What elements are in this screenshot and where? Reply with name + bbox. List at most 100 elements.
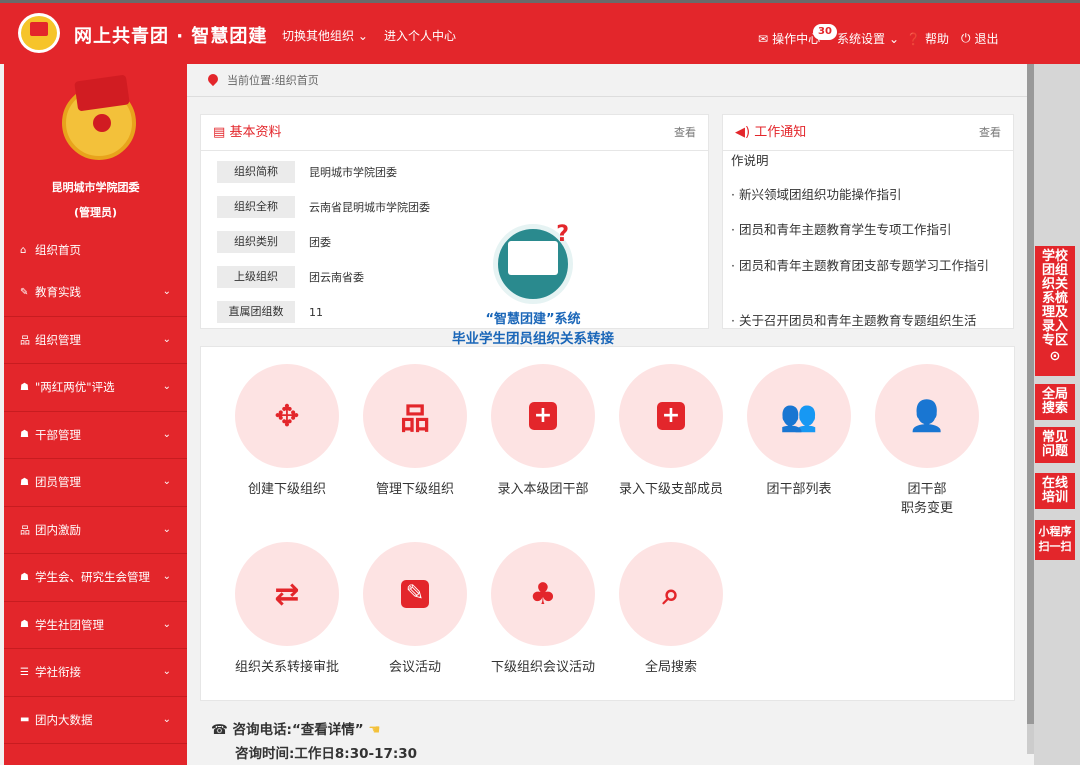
sidebar-item-org-management[interactable]: 品组织管理 ⌄ [4, 317, 187, 364]
promo-banner[interactable]: ? “智慧团建”系统 毕业学生团员组织关系转接 [433, 222, 633, 347]
switch-org-menu[interactable]: 切换其他组织 ⌄ [282, 27, 368, 44]
info-label: 上级组织 [217, 266, 295, 288]
tile-create-sub-org[interactable]: ✥ 创建下级组织 [223, 364, 351, 499]
tile-label: 管理下级组织 [375, 482, 454, 497]
basic-info-header: ▤ 基本资料 查看 [201, 115, 708, 151]
sidebar-item-student-union[interactable]: ☗ 学生会、研究生会管理 ⌄ [4, 554, 187, 602]
plus-square-icon: + [619, 364, 723, 468]
sidebar-item-label: 团内激励 [35, 522, 81, 537]
tile-meetings[interactable]: ✎ 会议活动 [351, 542, 479, 677]
tile-cadre-list[interactable]: 👥 团干部列表 [735, 364, 863, 499]
float-training-button[interactable]: 在线培训 [1035, 473, 1075, 509]
sidebar-item-cadre-management[interactable]: ☗ 干部管理 ⌄ [4, 412, 187, 459]
scrollbar-thumb[interactable] [1027, 64, 1034, 724]
retweet-icon: ⇄ [235, 542, 339, 646]
sidebar-item-home[interactable]: ⌂ 组织首页 [4, 231, 187, 269]
chevron-down-icon: ⌄ [162, 666, 171, 677]
tile-label: 团干部列表 [766, 482, 832, 497]
notices-more-link[interactable]: 查看 [979, 115, 1001, 151]
sidebar-item-selection[interactable]: ☗ "两红两优"评选 ⌄ [4, 364, 187, 412]
notice-item[interactable]: · 新兴领域团组织功能操作指引 [731, 186, 999, 203]
tile-label: 组织关系转接审批 [234, 660, 339, 675]
info-value: 云南省昆明城市学院团委 [309, 201, 430, 214]
list-icon: ☰ [20, 666, 29, 678]
promo-subtitle: 毕业学生团员组织关系转接 [452, 331, 614, 347]
quick-actions-panel: ✥ 创建下级组织 品管理下级组织 + 录入本级团干部 + 录入下级支部成员 👥 团干部列… [200, 346, 1015, 701]
basic-info-title: 基本资料 [229, 125, 282, 140]
chevron-down-icon: ⌄ [162, 428, 171, 440]
sidebar-item-label: 教育实践 [35, 285, 81, 300]
notice-item[interactable]: · 团员和青年主题教育团支部专题学习工作指引 [731, 257, 999, 274]
sidebar-item-clubs[interactable]: ☗ 学生社团管理 ⌄ [4, 602, 187, 649]
contact-phone-label: 咨询电话: [232, 722, 292, 738]
basic-info-more-link[interactable]: 查看 [674, 115, 696, 151]
promo-title: “智慧团建”系统 [485, 312, 581, 327]
sidebar-item-label: 组织首页 [35, 243, 81, 257]
tile-label: 会议活动 [388, 660, 441, 675]
ops-center-link[interactable]: ✉ 操作中心 [758, 30, 820, 47]
sidebar-item-label: 学社衔接 [35, 665, 81, 680]
question-mark-icon: ? [556, 222, 569, 247]
info-row: 组织全称 云南省昆明城市学院团委 [217, 196, 430, 218]
logout-link[interactable]: ⏻ 退出 [961, 30, 999, 47]
main-content: 当前位置:组织首页 ▤ 基本资料 查看 组织简称 昆明城市学院团委 组织全称 云南省… [187, 64, 1028, 765]
sidebar-nav: ⌂ 组织首页 ✎ 教育实践 ⌄ 品组织管理 ⌄ ☗ "两红两优"评选 ⌄ ☗ 干部管理 ⌄ ☗ 团… [4, 231, 187, 744]
tile-manage-sub-org[interactable]: 品管理下级组织 [351, 364, 479, 499]
tile-add-branch-member[interactable]: + 录入下级支部成员 [607, 364, 735, 499]
chevron-down-icon: ⌄ [162, 333, 171, 345]
user-icon: 👤 [875, 364, 979, 468]
notices-panel: ◀) 工作通知 查看 作说明 · 新兴领域团组织功能操作指引 · 团员和青年主题… [722, 114, 1014, 329]
float-miniapp-button[interactable]: 小程序扫一扫 [1035, 520, 1075, 560]
transfer-zone-label: 学校团组织关系梳理及录入专区 [1041, 249, 1068, 348]
tile-add-cadre[interactable]: + 录入本级团干部 [479, 364, 607, 499]
settings-menu[interactable]: 系统设置 ⌄ [837, 30, 899, 47]
notice-item[interactable]: · 关于召开团员和青年主题教育专题组织生活 [731, 312, 999, 328]
sidebar-item-label: 干部管理 [35, 427, 81, 442]
float-global-search-button[interactable]: 全局搜索 [1035, 384, 1075, 420]
move-icon: ✥ [235, 364, 339, 468]
breadcrumb: 当前位置:组织首页 [187, 64, 1028, 97]
sitemap-icon: 品 [20, 336, 30, 348]
notices-title: 工作通知 [754, 125, 807, 140]
cyl-logo-icon [18, 13, 60, 53]
sidebar-item-big-data[interactable]: ▬ 团内大数据 ⌄ [4, 697, 187, 744]
transfer-zone-button[interactable]: 学校团组织关系梳理及录入专区 ⊙ [1035, 246, 1075, 376]
contact-info: ☎ 咨询电话:“查看详情” ☚ 咨询时间:工作日8:30-17:30 [211, 718, 417, 765]
logout-label: 退出 [974, 32, 999, 46]
sidebar-item-transition[interactable]: ☰ 学社衔接 ⌄ [4, 649, 187, 697]
help-link[interactable]: ❓ 帮助 [906, 30, 949, 47]
sidebar-item-education[interactable]: ✎ 教育实践 ⌄ [4, 269, 187, 317]
tile-label-line1: 团干部 [907, 482, 947, 497]
info-row: 上级组织 团云南省委 [217, 266, 364, 288]
contact-details-link[interactable]: “查看详情” [292, 722, 364, 738]
notice-item[interactable]: · 团员和青年主题教育学生专项工作指引 [731, 221, 999, 238]
info-label: 组织全称 [217, 196, 295, 218]
tile-sub-org-meetings[interactable]: ♣ 下级组织会议活动 [479, 542, 607, 677]
notices-header: ◀) 工作通知 查看 [723, 115, 1013, 151]
users-icon: ☗ [20, 476, 29, 488]
users-icon: ☗ [20, 619, 29, 631]
sidebar-item-label: 学生社团管理 [35, 617, 104, 632]
info-label: 直属团组数 [217, 301, 295, 323]
brand-title: 网上共青团 · 智慧团建 [74, 26, 268, 47]
tile-transfer-approval[interactable]: ⇄ 组织关系转接审批 [223, 542, 351, 677]
chevron-down-icon: ⌄ [162, 381, 171, 392]
ops-count-badge: 30 [813, 24, 837, 40]
chevron-down-icon: ⌄ [162, 713, 171, 725]
sidebar-item-member-management[interactable]: ☗ 团员管理 ⌄ [4, 459, 187, 507]
page-scrollbar[interactable] [1027, 64, 1034, 754]
chevron-down-icon: ⌄ [357, 29, 368, 43]
megaphone-icon: ◀) [735, 125, 751, 140]
sidebar-item-incentive[interactable]: 品团内激励 ⌄ [4, 507, 187, 554]
cyl-emblem-icon [62, 86, 136, 160]
sidebar-item-label: 团员管理 [35, 475, 81, 490]
edit-icon: ✎ [20, 286, 29, 298]
float-faq-button[interactable]: 常见问题 [1035, 427, 1075, 463]
users-icon: ☗ [20, 429, 29, 441]
tile-global-search[interactable]: ⌕ 全局搜索 [607, 542, 735, 677]
info-label: 组织类别 [217, 231, 295, 253]
tile-cadre-change[interactable]: 👤 团干部 职务变更 [863, 364, 991, 518]
notice-item[interactable]: 作说明 [731, 152, 999, 169]
sidebar-item-label: 组织管理 [35, 332, 81, 347]
personal-center-link[interactable]: 进入个人中心 [384, 27, 456, 44]
